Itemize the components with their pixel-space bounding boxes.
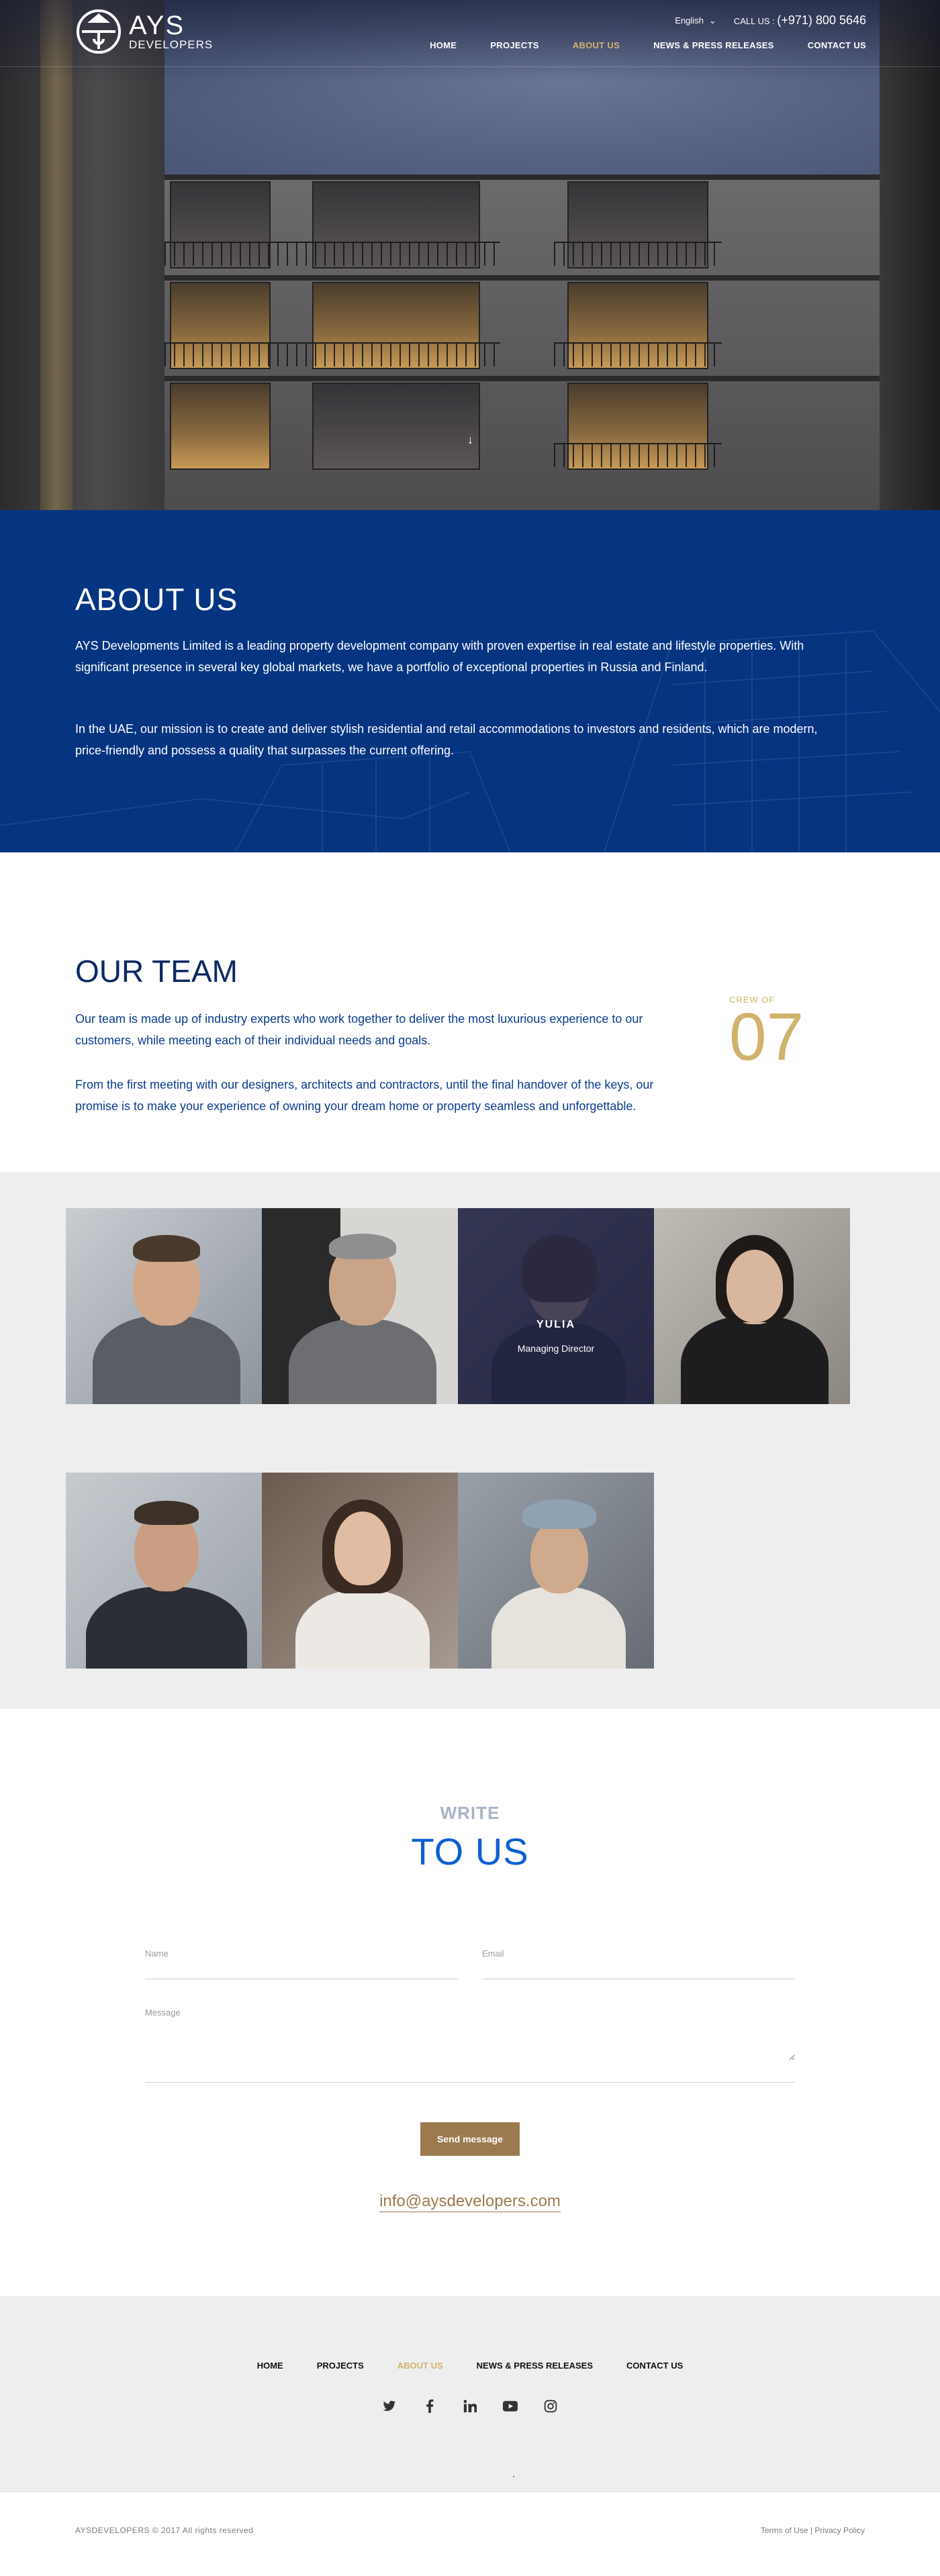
contact-section: WRITE TO US Name Email Message Send mess…: [0, 1709, 940, 2296]
call-label: CALL US :: [733, 16, 775, 26]
call-us[interactable]: CALL US : (+971) 800 5646: [734, 13, 866, 28]
logo[interactable]: AYS DEVELOPERS: [75, 8, 213, 55]
nav-about-us[interactable]: ABOUT US: [573, 40, 620, 50]
main-nav: HOME PROJECTS ABOUT US NEWS & PRESS RELE…: [430, 40, 866, 50]
phone-number: (+971) 800 5646: [777, 13, 866, 27]
copyright-text: AYSDEVELOPERS © 2017 All rights reserved: [75, 2526, 254, 2535]
email-label: Email: [482, 1948, 504, 1959]
name-field-wrapper: Name: [145, 1948, 458, 1979]
write-title-line-1: WRITE: [440, 1803, 500, 1823]
team-title: OUR TEAM: [75, 954, 238, 989]
team-member-card[interactable]: [458, 1473, 654, 1669]
team-member-card[interactable]: [66, 1473, 262, 1669]
legal-separator: |: [810, 2526, 812, 2535]
email-field-wrapper: Email: [482, 1948, 795, 1979]
social-links: [0, 2398, 940, 2414]
team-paragraph-2: From the first meeting with our designer…: [75, 1078, 654, 1113]
team-gallery: YULIA Managing Director: [0, 1172, 940, 1709]
name-input[interactable]: [145, 1959, 458, 1969]
email-input[interactable]: [482, 1959, 795, 1969]
footer-nav-projects[interactable]: PROJECTS: [317, 2361, 364, 2371]
about-paragraph-1: AYS Developments Limited is a leading pr…: [75, 639, 804, 674]
facebook-icon[interactable]: [422, 2398, 438, 2414]
instagram-icon[interactable]: [543, 2398, 559, 2414]
language-label: English: [675, 15, 704, 26]
message-field-wrapper: Message: [145, 2008, 795, 2083]
scroll-down-icon[interactable]: ↓: [467, 434, 473, 477]
footer: HOME PROJECTS ABOUT US NEWS & PRESS RELE…: [0, 2296, 940, 2491]
nav-home[interactable]: HOME: [430, 40, 457, 50]
contact-email-wrapper: info@aysdevelopers.com: [0, 2192, 940, 2212]
footer-bottom: AYSDEVELOPERS © 2017 All rights reserved…: [0, 2491, 940, 2576]
send-message-button[interactable]: Send message: [420, 2122, 520, 2156]
logo-icon: [77, 9, 121, 54]
hero-banner: ↓ AYS DEVELOPERS English ⌄ CALL US : (+9…: [0, 0, 940, 510]
chevron-down-icon: ⌄: [708, 15, 716, 26]
message-label: Message: [145, 2008, 181, 2018]
footer-nav-news[interactable]: NEWS & PRESS RELEASES: [477, 2361, 593, 2371]
nav-projects[interactable]: PROJECTS: [490, 40, 538, 50]
topbar: English ⌄ CALL US : (+971) 800 5646: [675, 13, 866, 28]
site-header: AYS DEVELOPERS English ⌄ CALL US : (+971…: [0, 0, 940, 67]
team-member-card[interactable]: [66, 1208, 262, 1404]
language-select[interactable]: English ⌄: [675, 15, 716, 26]
about-title: ABOUT US: [75, 582, 238, 617]
contact-email-link[interactable]: info@aysdevelopers.com: [379, 2192, 561, 2212]
footer-dot: [513, 2476, 514, 2477]
footer-nav-about-us[interactable]: ABOUT US: [397, 2361, 443, 2371]
crew-number: 07: [729, 999, 804, 1075]
architecture-lines: [0, 630, 940, 852]
brand-name: AYS: [129, 11, 185, 40]
nav-contact-us[interactable]: CONTACT US: [808, 40, 866, 50]
legal-links: Terms of Use | Privacy Policy: [761, 2526, 865, 2535]
team-member-card[interactable]: [262, 1473, 458, 1669]
message-input[interactable]: [145, 2018, 795, 2061]
member-name: YULIA: [536, 1319, 575, 1330]
twitter-icon[interactable]: [381, 2398, 397, 2414]
footer-nav-contact-us[interactable]: CONTACT US: [626, 2361, 683, 2371]
team-section: OUR TEAM Our team is made up of industry…: [0, 852, 940, 1172]
footer-nav: HOME PROJECTS ABOUT US NEWS & PRESS RELE…: [0, 2361, 940, 2371]
name-label: Name: [145, 1948, 169, 1959]
linkedin-icon[interactable]: [462, 2398, 478, 2414]
about-section: ABOUT US AYS Developments Limited is a l…: [0, 510, 940, 852]
member-role: Managing Director: [517, 1343, 595, 1354]
youtube-icon[interactable]: [502, 2398, 518, 2414]
write-title-line-2: TO US: [411, 1830, 529, 1873]
team-paragraph-1: Our team is made up of industry experts …: [75, 1012, 643, 1047]
nav-news[interactable]: NEWS & PRESS RELEASES: [653, 40, 774, 50]
about-paragraph-2: In the UAE, our mission is to create and…: [75, 722, 818, 757]
privacy-link[interactable]: Privacy Policy: [814, 2526, 865, 2535]
team-member-card[interactable]: [262, 1208, 458, 1404]
member-overlay: YULIA Managing Director: [458, 1208, 654, 1404]
terms-link[interactable]: Terms of Use: [761, 2526, 808, 2535]
footer-nav-home[interactable]: HOME: [257, 2361, 283, 2371]
team-member-card-featured[interactable]: YULIA Managing Director: [458, 1208, 654, 1404]
brand-sub: DEVELOPERS: [129, 38, 214, 51]
team-member-card[interactable]: [654, 1208, 850, 1404]
crew-count: CREW OF 07: [729, 995, 804, 1071]
